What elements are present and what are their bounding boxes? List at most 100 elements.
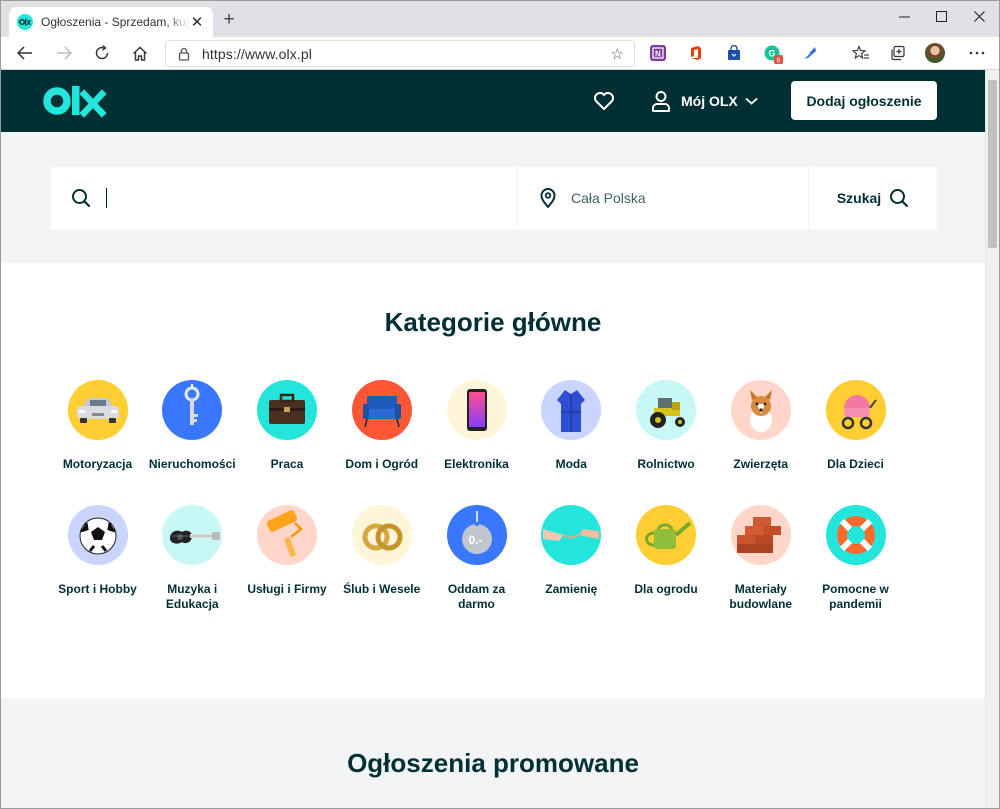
category-item[interactable]: Zwierzęta: [713, 380, 808, 472]
category-label: Nieruchomości: [148, 457, 236, 471]
onenote-icon[interactable]: N: [650, 45, 666, 61]
category-label: Oddam za darmo: [447, 582, 506, 611]
category-label: Rolnictwo: [637, 457, 695, 471]
category-label: Dom i Ogród: [345, 457, 419, 471]
olx-favicon-icon: [17, 14, 33, 30]
query-field[interactable]: [51, 167, 518, 229]
category-label: Pomocne w pandemii: [822, 582, 889, 611]
category-label: Elektronika: [444, 457, 509, 471]
category-item[interactable]: Zamienię: [524, 505, 619, 597]
tab-strip: Ogłoszenia - Sprzedam, kupię na ✕ +: [1, 1, 999, 37]
minimize-icon[interactable]: [889, 5, 919, 27]
category-item[interactable]: Praca: [240, 380, 335, 472]
category-label: Dla Dzieci: [827, 457, 884, 471]
rings-icon: [351, 505, 412, 565]
category-item[interactable]: Ślub i Wesele: [334, 505, 429, 597]
shopping-bag-icon[interactable]: [726, 44, 742, 61]
category-item[interactable]: Dla ogrodu: [619, 505, 714, 597]
lifebuoy-icon: [825, 505, 886, 565]
category-label: Moda: [555, 457, 587, 471]
stroller-icon: [825, 380, 886, 440]
maximize-icon[interactable]: [926, 5, 956, 27]
dress-icon: [541, 380, 602, 440]
pen-feather-icon[interactable]: [802, 45, 818, 61]
category-item[interactable]: Moda: [524, 380, 619, 472]
close-window-icon[interactable]: [964, 5, 994, 27]
tractor-icon: [636, 380, 696, 440]
key-icon: [162, 380, 223, 440]
category-label: Sport i Hobby: [58, 582, 137, 596]
grammarly-icon[interactable]: G6: [764, 45, 783, 65]
location-pin-icon: [540, 188, 556, 208]
add-listing-button[interactable]: Dodaj ogłoszenie: [791, 81, 937, 120]
search-section: Cała Polska Szukaj: [1, 132, 985, 263]
category-item[interactable]: Nieruchomości: [145, 380, 240, 472]
categories-section: Kategorie główne Motoryzacja Nieruchomośc…: [1, 263, 985, 699]
category-item[interactable]: Materiały budowlane: [713, 505, 808, 612]
svg-text:6: 6: [777, 58, 781, 65]
bricks-icon: [730, 505, 791, 565]
dog-icon: [730, 380, 791, 440]
olx-logo[interactable]: [43, 84, 107, 123]
free-tag-icon: 0.-: [446, 505, 507, 565]
chevron-down-icon: [745, 97, 758, 105]
category-item[interactable]: Sport i Hobby: [50, 505, 145, 597]
collections-icon[interactable]: [890, 45, 906, 61]
location-field[interactable]: Cała Polska: [518, 167, 809, 229]
category-item[interactable]: 0.- Oddam za darmo: [429, 505, 524, 612]
svg-text:0.-: 0.-: [468, 533, 482, 547]
back-arrow-icon[interactable]: [13, 42, 37, 64]
browser-tab[interactable]: Ogłoszenia - Sprzedam, kupię na ✕: [9, 7, 213, 37]
category-label: Motoryzacja: [62, 457, 133, 471]
category-label: Zamienię: [545, 582, 598, 596]
search-icon: [72, 189, 91, 208]
category-item[interactable]: Pomocne w pandemii: [808, 505, 903, 612]
category-item[interactable]: Elektronika: [429, 380, 524, 472]
category-item[interactable]: Motoryzacja: [50, 380, 145, 472]
search-icon: [890, 189, 909, 208]
category-item[interactable]: Usługi i Firmy: [240, 505, 335, 597]
scrollbar-thumb[interactable]: [988, 80, 997, 248]
browser-window: Ogłoszenia - Sprzedam, kupię na ✕ + h: [0, 0, 1000, 809]
category-item[interactable]: Dom i Ogród: [334, 380, 429, 472]
category-item[interactable]: Rolnictwo: [619, 380, 714, 472]
watering-can-icon: [636, 505, 696, 565]
new-tab-button[interactable]: +: [219, 10, 239, 30]
more-menu-icon[interactable]: [965, 42, 989, 64]
briefcase-icon: [257, 380, 317, 440]
site-header: Mój OLX Dodaj ogłoszenie: [1, 70, 985, 132]
my-olx-menu[interactable]: Mój OLX: [651, 88, 758, 114]
forward-arrow-icon[interactable]: [52, 42, 76, 64]
tab-close-icon[interactable]: ✕: [189, 13, 205, 31]
page-scrollbar[interactable]: [985, 70, 999, 808]
heart-icon[interactable]: [593, 90, 615, 112]
lock-icon: [178, 47, 190, 61]
tab-title: Ogłoszenia - Sprzedam, kupię na: [41, 15, 189, 29]
category-item[interactable]: Dla Dzieci: [808, 380, 903, 472]
office-icon[interactable]: [688, 45, 704, 61]
search-bar: Cała Polska Szukaj: [51, 167, 937, 229]
url-text: https://www.olx.pl: [202, 45, 312, 62]
address-bar[interactable]: https://www.olx.pl ☆: [165, 40, 635, 67]
search-submit-button[interactable]: Szukaj: [809, 167, 937, 229]
profile-avatar[interactable]: [925, 43, 945, 63]
location-value: Cała Polska: [571, 190, 646, 206]
category-label: Materiały budowlane: [729, 582, 793, 611]
home-icon[interactable]: [128, 42, 152, 64]
handshake-icon: [541, 505, 602, 565]
car-icon: [67, 380, 128, 440]
category-label: Ślub i Wesele: [343, 582, 421, 596]
smartphone-icon: [446, 380, 507, 440]
search-submit-label: Szukaj: [836, 190, 882, 206]
promoted-section: Ogłoszenia promowane: [1, 699, 985, 808]
my-olx-label: Mój OLX: [681, 93, 738, 109]
guitar-icon: [162, 505, 223, 565]
svg-text:N: N: [655, 50, 661, 59]
category-item[interactable]: Muzyka i Edukacja: [145, 505, 240, 612]
favorite-star-icon[interactable]: ☆: [611, 45, 624, 63]
search-input[interactable]: [107, 185, 497, 211]
refresh-icon[interactable]: [90, 42, 114, 64]
favorites-list-icon[interactable]: [851, 45, 869, 61]
category-label: Dla ogrodu: [634, 582, 698, 596]
browser-toolbar: https://www.olx.pl ☆ N G6: [1, 37, 999, 70]
